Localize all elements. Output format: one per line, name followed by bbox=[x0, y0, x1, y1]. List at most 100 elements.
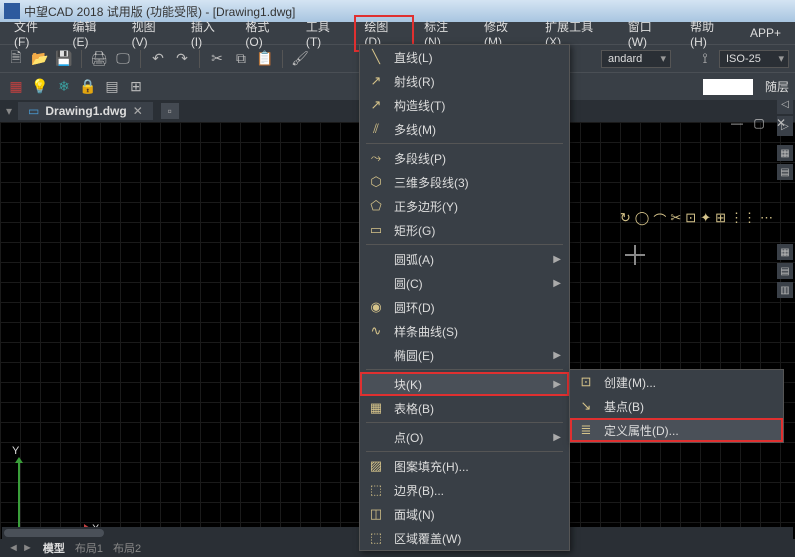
layout2-tab[interactable]: 布局2 bbox=[113, 540, 141, 556]
menu-ray[interactable]: ↗射线(R) bbox=[360, 69, 569, 93]
layer-icon[interactable]: ▦ bbox=[6, 77, 26, 97]
tab-chevron-icon[interactable]: ▾ bbox=[6, 104, 12, 118]
axis-y-label: Y bbox=[12, 445, 19, 457]
circle-tool-icon[interactable]: ◯ bbox=[635, 210, 650, 229]
print-icon[interactable]: 🖨 bbox=[89, 49, 109, 69]
menu-line[interactable]: ╲直线(L) bbox=[360, 45, 569, 69]
dim-icon[interactable]: ⟟ bbox=[695, 49, 715, 69]
arc-icon bbox=[368, 251, 384, 267]
menu-region[interactable]: ◫面域(N) bbox=[360, 502, 569, 526]
document-tab[interactable]: ▭ Drawing1.dwg ✕ bbox=[18, 102, 153, 120]
layer-color-label: 随层 bbox=[765, 78, 789, 95]
grid-tool-icon[interactable]: ⊞ bbox=[715, 210, 726, 229]
menu-help[interactable]: 帮助(H) bbox=[680, 15, 740, 52]
tab-close-icon[interactable]: ✕ bbox=[133, 104, 143, 118]
region-icon: ◫ bbox=[368, 506, 384, 522]
copy-icon[interactable]: ⧉ bbox=[231, 49, 251, 69]
redo-icon[interactable]: ↷ bbox=[172, 49, 192, 69]
palette-icon-1[interactable]: ▦ bbox=[777, 145, 793, 161]
grid-icon[interactable]: ▤ bbox=[102, 77, 122, 97]
menu-point[interactable]: 点(O)▶ bbox=[360, 425, 569, 449]
misc-icon-2[interactable]: ✦ bbox=[700, 210, 711, 229]
spline-icon: ∿ bbox=[368, 323, 384, 339]
menu-window[interactable]: 窗口(W) bbox=[618, 15, 680, 52]
more-icon[interactable]: ⋯ bbox=[760, 210, 773, 229]
iso-dropdown[interactable]: ISO-25 bbox=[719, 50, 789, 68]
open-icon[interactable]: 📂 bbox=[30, 49, 50, 69]
ellipse-icon bbox=[368, 347, 384, 363]
menu-wipeout[interactable]: ⬚区域覆盖(W) bbox=[360, 526, 569, 550]
menu-tool[interactable]: 工具(T) bbox=[296, 15, 355, 52]
save-icon[interactable]: 💾 bbox=[54, 49, 74, 69]
viewport-controls: — ▢ ✕ bbox=[729, 116, 789, 130]
rotate-icon[interactable]: ↻ bbox=[620, 210, 631, 229]
menu-xline[interactable]: ↗构造线(T) bbox=[360, 93, 569, 117]
array-icon[interactable]: ⋮⋮ bbox=[730, 210, 756, 229]
axis-y bbox=[18, 459, 20, 529]
menu-insert[interactable]: 插入(I) bbox=[181, 15, 236, 52]
submenu-create[interactable]: ⊡创建(M)... bbox=[570, 370, 783, 394]
menu-donut[interactable]: ◉圆环(D) bbox=[360, 295, 569, 319]
menu-mline[interactable]: ⫽多线(M) bbox=[360, 117, 569, 141]
donut-icon: ◉ bbox=[368, 299, 384, 315]
menu-ellipse[interactable]: 椭圆(E)▶ bbox=[360, 343, 569, 367]
palette2-icon-3[interactable]: ▥ bbox=[777, 282, 793, 298]
palette2-icon-2[interactable]: ▤ bbox=[777, 263, 793, 279]
mline-icon: ⫽ bbox=[368, 121, 384, 137]
menu-hatch[interactable]: ▨图案填充(H)... bbox=[360, 454, 569, 478]
trim-icon[interactable]: ✂ bbox=[670, 210, 681, 229]
misc-icon-1[interactable]: ⊡ bbox=[685, 210, 696, 229]
palette-icon-2[interactable]: ▤ bbox=[777, 164, 793, 180]
minimize-icon[interactable]: — bbox=[729, 116, 745, 130]
panel-left-icon[interactable]: ◁ bbox=[777, 94, 793, 114]
tab-new-icon[interactable]: ▫ bbox=[161, 103, 179, 119]
bulb-icon[interactable]: 💡 bbox=[30, 77, 50, 97]
submenu-arrow-icon: ▶ bbox=[553, 350, 561, 361]
menu-format[interactable]: 格式(O) bbox=[235, 15, 295, 52]
close-icon[interactable]: ✕ bbox=[773, 116, 789, 130]
menu-table[interactable]: ▦表格(B) bbox=[360, 396, 569, 420]
submenu-defattr[interactable]: ≣定义属性(D)... bbox=[570, 418, 783, 442]
menu-polygon[interactable]: ⬠正多边形(Y) bbox=[360, 194, 569, 218]
modify-toolbar: ↻ ◯ ⌒ ✂ ⊡ ✦ ⊞ ⋮⋮ ⋯ bbox=[620, 210, 773, 229]
preview-icon[interactable]: 🖵 bbox=[113, 49, 133, 69]
block-submenu: ⊡创建(M)... ↘基点(B) ≣定义属性(D)... bbox=[569, 369, 784, 443]
line-color-swatch[interactable] bbox=[703, 79, 753, 95]
paste-icon[interactable]: 📋 bbox=[255, 49, 275, 69]
crosshair-icon bbox=[625, 254, 645, 256]
menu-pline[interactable]: ⤳多段线(P) bbox=[360, 146, 569, 170]
menu-spline[interactable]: ∿样条曲线(S) bbox=[360, 319, 569, 343]
arc-tool-icon[interactable]: ⌒ bbox=[653, 210, 666, 229]
right-tool-palette-2: ▦ ▤ ▥ bbox=[777, 244, 793, 298]
block-icon bbox=[368, 376, 384, 392]
new-icon[interactable]: 🗎 bbox=[6, 49, 26, 69]
menu-view[interactable]: 视图(V) bbox=[122, 15, 181, 52]
layout1-tab[interactable]: 布局1 bbox=[75, 540, 103, 556]
menu-pline3d[interactable]: ⬡三维多段线(3) bbox=[360, 170, 569, 194]
menu-arc[interactable]: 圆弧(A)▶ bbox=[360, 247, 569, 271]
freeze-icon[interactable]: ❄ bbox=[54, 77, 74, 97]
wipeout-icon: ⬚ bbox=[368, 530, 384, 546]
right-tool-palette-1: ▦ ▤ bbox=[777, 145, 793, 180]
pline3d-icon: ⬡ bbox=[368, 174, 384, 190]
menu-app[interactable]: APP+ bbox=[740, 23, 791, 43]
menu-edit[interactable]: 编辑(E) bbox=[63, 15, 122, 52]
submenu-arrow-icon: ▶ bbox=[553, 379, 561, 390]
boundary-icon: ⬚ bbox=[368, 482, 384, 498]
submenu-base[interactable]: ↘基点(B) bbox=[570, 394, 783, 418]
restore-icon[interactable]: ▢ bbox=[751, 116, 767, 130]
model-tab[interactable]: 模型 bbox=[43, 540, 65, 556]
cut-icon[interactable]: ✂ bbox=[207, 49, 227, 69]
menu-boundary[interactable]: ⬚边界(B)... bbox=[360, 478, 569, 502]
menu-circle[interactable]: 圆(C)▶ bbox=[360, 271, 569, 295]
undo-icon[interactable]: ↶ bbox=[148, 49, 168, 69]
palette2-icon-1[interactable]: ▦ bbox=[777, 244, 793, 260]
base-icon: ↘ bbox=[578, 398, 594, 414]
menu-rect[interactable]: ▭矩形(G) bbox=[360, 218, 569, 242]
ortho-icon[interactable]: ⊞ bbox=[126, 77, 146, 97]
lock-icon[interactable]: 🔒 bbox=[78, 77, 98, 97]
match-icon[interactable]: 🖌 bbox=[290, 49, 310, 69]
style-dropdown[interactable]: andard bbox=[601, 50, 671, 68]
defattr-icon: ≣ bbox=[578, 422, 594, 438]
menu-block[interactable]: 块(K)▶ bbox=[360, 372, 569, 396]
